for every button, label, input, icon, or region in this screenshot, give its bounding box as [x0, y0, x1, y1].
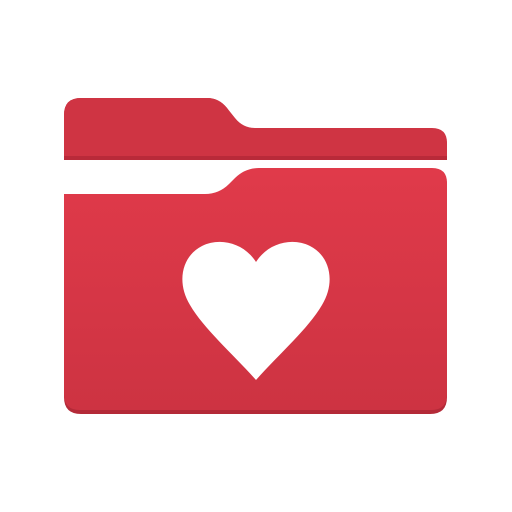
favorites-folder-icon [64, 98, 447, 414]
folder-back-panel [64, 98, 447, 156]
icon-canvas [0, 0, 512, 512]
